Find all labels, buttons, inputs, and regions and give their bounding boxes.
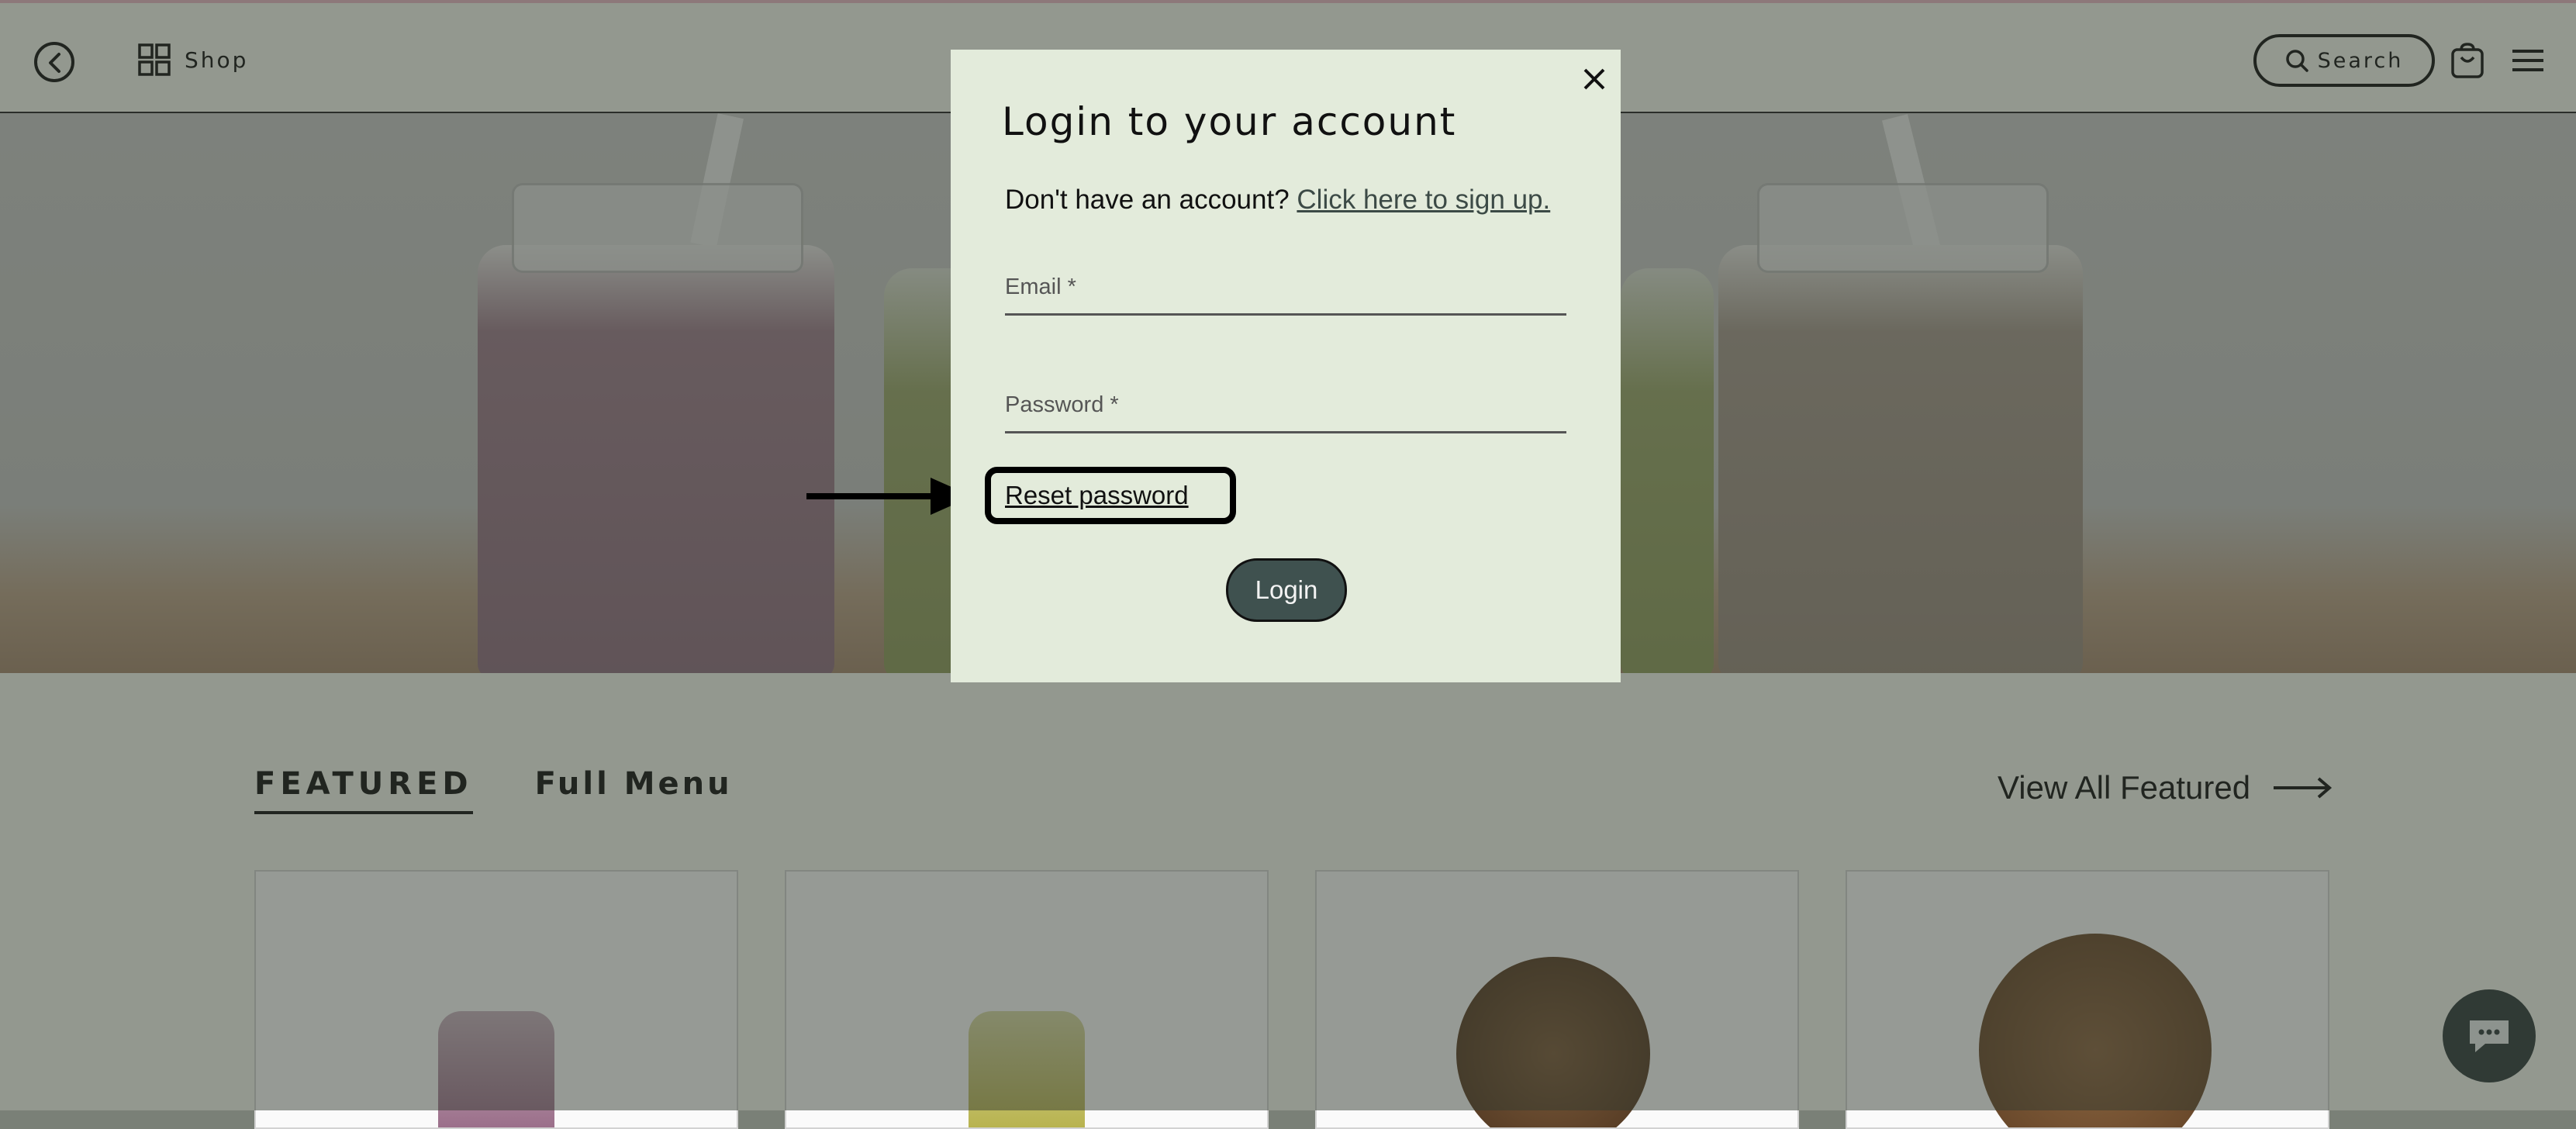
signup-prompt: Don't have an account? (1005, 185, 1290, 215)
signup-link[interactable]: Click here to sign up. (1297, 185, 1550, 215)
login-modal: Login to your account Don't have an acco… (951, 50, 1621, 682)
signup-row: Don't have an account? Click here to sig… (1005, 185, 1550, 216)
close-icon[interactable] (1579, 64, 1610, 95)
email-field[interactable]: Email * (1005, 274, 1566, 316)
email-label: Email * (1005, 274, 1076, 299)
modal-title: Login to your account (1002, 99, 1457, 144)
reset-password-link[interactable]: Reset password (1005, 481, 1189, 510)
password-field[interactable]: Password * (1005, 392, 1566, 433)
password-label: Password * (1005, 392, 1119, 417)
login-button[interactable]: Login (1226, 558, 1347, 622)
